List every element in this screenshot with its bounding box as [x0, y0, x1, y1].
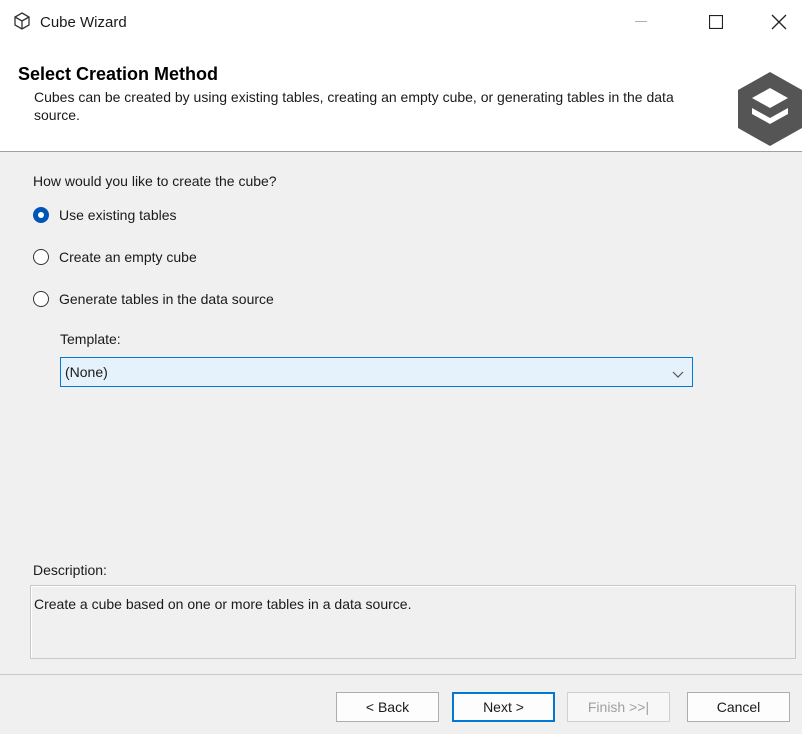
- option-label: Use existing tables: [59, 207, 177, 223]
- maximize-icon: [709, 15, 723, 29]
- back-button[interactable]: < Back: [336, 692, 439, 722]
- maximize-button[interactable]: [693, 0, 739, 44]
- radio-button[interactable]: [33, 249, 49, 265]
- next-button[interactable]: Next >: [452, 692, 555, 722]
- finish-button[interactable]: Finish >>|: [567, 692, 670, 722]
- description-box: Create a cube based on one or more table…: [30, 585, 796, 659]
- close-button[interactable]: [756, 0, 802, 44]
- chevron-down-icon: [672, 366, 684, 382]
- page-title: Select Creation Method: [18, 64, 219, 84]
- description-text: Create a cube based on one or more table…: [34, 596, 412, 612]
- creation-question: How would you like to create the cube?: [33, 173, 277, 189]
- title-bar: Cube Wizard: [0, 0, 802, 48]
- template-dropdown[interactable]: (None): [60, 357, 693, 387]
- description-label: Description:: [33, 562, 107, 578]
- cancel-button[interactable]: Cancel: [687, 692, 790, 722]
- radio-button-checked[interactable]: [33, 207, 49, 223]
- option-label: Generate tables in the data source: [59, 291, 274, 307]
- minimize-icon: [635, 21, 647, 22]
- cube-logo-icon: [738, 66, 802, 150]
- cube-icon: [14, 12, 30, 30]
- minimize-button[interactable]: [618, 0, 664, 44]
- option-label: Create an empty cube: [59, 249, 197, 265]
- wizard-content: How would you like to create the cube? U…: [0, 153, 802, 669]
- page-subtitle: Cubes can be created by using existing t…: [34, 89, 674, 123]
- close-icon: [771, 14, 787, 30]
- radio-button[interactable]: [33, 291, 49, 307]
- template-label: Template:: [60, 331, 121, 347]
- window-title: Cube Wizard: [40, 14, 127, 31]
- footer-divider: [0, 674, 802, 675]
- template-value: (None): [65, 364, 108, 380]
- wizard-header: Select Creation Method Cubes can be crea…: [0, 48, 802, 152]
